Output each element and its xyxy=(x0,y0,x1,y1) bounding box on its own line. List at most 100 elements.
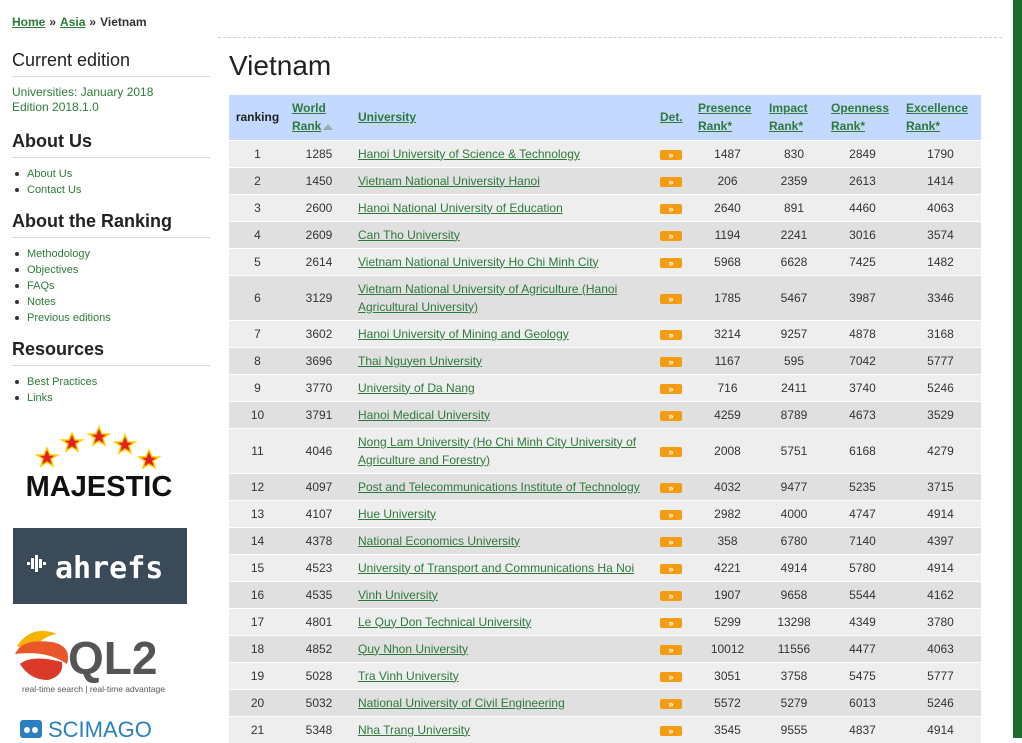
university-link[interactable]: Tra Vinh University xyxy=(358,669,459,683)
details-arrow-icon[interactable]: » xyxy=(660,725,682,736)
ql2-logo[interactable]: QL2 real-time search | real-time advanta… xyxy=(12,624,187,696)
university-link[interactable]: Hanoi Medical University xyxy=(358,408,490,422)
cell-openness-rank: 5475 xyxy=(825,661,900,689)
sort-openness-link[interactable]: Openness Rank* xyxy=(831,101,889,133)
details-arrow-icon[interactable]: » xyxy=(660,590,682,601)
university-link[interactable]: Thai Nguyen University xyxy=(358,354,482,368)
sort-university-link[interactable]: University xyxy=(358,110,416,124)
details-arrow-icon[interactable]: » xyxy=(660,644,682,655)
university-link[interactable]: Hanoi University of Science & Technology xyxy=(358,147,580,161)
cell-university: Tra Vinh University xyxy=(352,661,654,689)
university-link[interactable]: Vietnam National University Hanoi xyxy=(358,174,540,188)
breadcrumb-home-link[interactable]: Home xyxy=(12,15,45,29)
details-arrow-icon[interactable]: » xyxy=(660,482,682,493)
university-link[interactable]: Nong Lam University (Ho Chi Minh City Un… xyxy=(358,435,636,467)
about-us-heading: About Us xyxy=(12,131,210,158)
breadcrumb-current: Vietnam xyxy=(100,15,147,29)
university-link[interactable]: Hanoi National University of Education xyxy=(358,201,563,215)
university-link[interactable]: National University of Civil Engineering xyxy=(358,696,565,710)
details-arrow-icon[interactable]: » xyxy=(660,149,682,160)
header-text: Rank* xyxy=(698,119,733,134)
scimago-logo[interactable]: SCIMAGO xyxy=(20,716,185,738)
breadcrumb-asia-link[interactable]: Asia xyxy=(60,15,85,29)
cell-openness-rank: 5780 xyxy=(825,553,900,581)
university-link[interactable]: Post and Telecommunications Institute of… xyxy=(358,480,640,494)
university-link[interactable]: Quy Nhon University xyxy=(358,642,468,656)
details-arrow-icon[interactable]: » xyxy=(660,509,682,520)
university-link[interactable]: University of Da Nang xyxy=(358,381,475,395)
university-link[interactable]: University of Transport and Communicatio… xyxy=(358,561,634,575)
cell-det: » xyxy=(654,526,692,554)
details-arrow-icon[interactable]: » xyxy=(660,563,682,574)
university-link[interactable]: Vietnam National University Ho Chi Minh … xyxy=(358,255,599,269)
details-arrow-icon[interactable]: » xyxy=(660,356,682,367)
best-practices-link[interactable]: Best Practices xyxy=(27,376,97,388)
header-det[interactable]: Det. xyxy=(654,95,692,140)
details-arrow-icon[interactable]: » xyxy=(660,536,682,547)
cell-university: Vinh University xyxy=(352,580,654,608)
sort-det-link[interactable]: Det. xyxy=(660,110,683,124)
university-link[interactable]: Vietnam National University of Agricultu… xyxy=(358,282,617,314)
details-arrow-icon[interactable]: » xyxy=(660,410,682,421)
university-link[interactable]: Nha Trang University xyxy=(358,723,470,737)
cell-ranking: 16 xyxy=(229,580,286,608)
cell-world-rank: 3770 xyxy=(286,373,352,401)
header-excellence-rank[interactable]: Excellence Rank* xyxy=(900,95,981,140)
university-link[interactable]: Vinh University xyxy=(358,588,438,602)
table-row: 17 4801 Le Quy Don Technical University » 52… xyxy=(229,607,981,635)
majestic-logo[interactable]: MAJESTIC xyxy=(12,424,187,504)
university-link[interactable]: Hanoi University of Mining and Geology xyxy=(358,327,569,341)
details-arrow-icon[interactable]: » xyxy=(660,617,682,628)
sort-world-rank-link[interactable]: World Rank xyxy=(292,101,326,133)
sort-impact-link[interactable]: Impact Rank* xyxy=(769,101,808,133)
header-presence-rank[interactable]: Presence Rank* xyxy=(692,95,763,140)
cell-det: » xyxy=(654,247,692,275)
faqs-link[interactable]: FAQs xyxy=(27,280,55,292)
details-arrow-icon[interactable]: » xyxy=(660,383,682,394)
details-arrow-icon[interactable]: » xyxy=(660,671,682,682)
about-us-link[interactable]: About Us xyxy=(27,168,72,180)
university-link[interactable]: Hue University xyxy=(358,507,436,521)
university-link[interactable]: Le Quy Don Technical University xyxy=(358,615,531,629)
header-university[interactable]: University xyxy=(352,95,654,140)
header-world-rank[interactable]: World Rank xyxy=(286,95,352,140)
cell-excellence-rank: 1482 xyxy=(900,247,981,275)
cell-ranking: 17 xyxy=(229,607,286,635)
sort-excellence-link[interactable]: Excellence Rank* xyxy=(906,101,968,133)
cell-university: Le Quy Don Technical University xyxy=(352,607,654,635)
details-arrow-icon[interactable]: » xyxy=(660,293,682,304)
ahrefs-logo[interactable]: ahrefs xyxy=(13,528,187,604)
objectives-link[interactable]: Objectives xyxy=(27,264,78,276)
details-arrow-icon[interactable]: » xyxy=(660,329,682,340)
cell-openness-rank: 5544 xyxy=(825,580,900,608)
details-arrow-icon[interactable]: » xyxy=(660,698,682,709)
sort-presence-link[interactable]: Presence Rank* xyxy=(698,101,751,133)
cell-excellence-rank: 5246 xyxy=(900,688,981,716)
edition-universities: Universities: January 2018 xyxy=(12,85,154,99)
details-arrow-icon[interactable]: » xyxy=(660,257,682,268)
header-openness-rank[interactable]: Openness Rank* xyxy=(825,95,900,140)
notes-link[interactable]: Notes xyxy=(27,296,56,308)
details-arrow-icon[interactable]: » xyxy=(660,203,682,214)
table-row: 13 4107 Hue University » 2982 4000 4747 4914 xyxy=(229,499,981,527)
details-arrow-icon[interactable]: » xyxy=(660,446,682,457)
header-impact-rank[interactable]: Impact Rank* xyxy=(763,95,825,140)
cell-university: Hue University xyxy=(352,499,654,527)
cell-ranking: 11 xyxy=(229,427,286,473)
university-link[interactable]: Can Tho University xyxy=(358,228,460,242)
methodology-link[interactable]: Methodology xyxy=(27,248,90,260)
cell-world-rank: 3602 xyxy=(286,319,352,347)
list-item: Objectives xyxy=(12,262,210,278)
cell-world-rank: 4378 xyxy=(286,526,352,554)
cell-impact-rank: 5467 xyxy=(763,274,825,320)
table-header-row: ranking World Rank University Det. Presen… xyxy=(229,95,981,140)
contact-us-link[interactable]: Contact Us xyxy=(27,184,81,196)
edition-info: Universities: January 2018 Edition 2018.… xyxy=(12,85,210,115)
university-link[interactable]: National Economics University xyxy=(358,534,520,548)
links-link[interactable]: Links xyxy=(27,392,53,404)
cell-university: Hanoi National University of Education xyxy=(352,193,654,221)
previous-editions-link[interactable]: Previous editions xyxy=(27,312,111,324)
majestic-wordmark: MAJESTIC xyxy=(26,471,173,503)
details-arrow-icon[interactable]: » xyxy=(660,230,682,241)
details-arrow-icon[interactable]: » xyxy=(660,176,682,187)
